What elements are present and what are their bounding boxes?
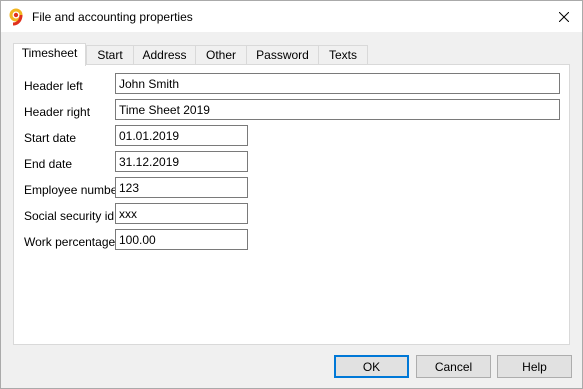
social-security-id-input[interactable] bbox=[115, 203, 248, 224]
help-button[interactable]: Help bbox=[497, 355, 572, 378]
tab-timesheet[interactable]: Timesheet bbox=[13, 43, 86, 66]
work-percentage-label: Work percentage bbox=[24, 235, 116, 249]
close-icon[interactable] bbox=[547, 1, 581, 32]
start-date-input[interactable] bbox=[115, 125, 248, 146]
start-date-label: Start date bbox=[24, 131, 77, 145]
ok-button[interactable]: OK bbox=[334, 355, 409, 378]
end-date-input[interactable] bbox=[115, 151, 248, 172]
employee-number-input[interactable] bbox=[115, 177, 248, 198]
tab-address[interactable]: Address bbox=[133, 45, 196, 65]
employee-number-label: Employee number bbox=[24, 183, 122, 197]
timesheet-panel: Header left Header right Start date End … bbox=[13, 64, 570, 345]
social-security-id-label: Social security id bbox=[24, 209, 115, 223]
tab-other[interactable]: Other bbox=[195, 45, 247, 65]
end-date-label: End date bbox=[24, 157, 73, 171]
tab-start[interactable]: Start bbox=[86, 45, 134, 65]
title-bar: File and accounting properties bbox=[1, 1, 582, 32]
header-left-label: Header left bbox=[24, 79, 83, 93]
tab-texts[interactable]: Texts bbox=[318, 45, 368, 65]
tab-password[interactable]: Password bbox=[246, 45, 319, 65]
dialog-window: File and accounting properties Timesheet… bbox=[0, 0, 583, 389]
header-right-input[interactable] bbox=[115, 99, 560, 120]
work-percentage-input[interactable] bbox=[115, 229, 248, 250]
cancel-button[interactable]: Cancel bbox=[416, 355, 491, 378]
app-logo-icon bbox=[8, 8, 26, 26]
header-left-input[interactable] bbox=[115, 73, 560, 94]
window-title: File and accounting properties bbox=[32, 10, 193, 24]
header-right-label: Header right bbox=[24, 105, 91, 119]
